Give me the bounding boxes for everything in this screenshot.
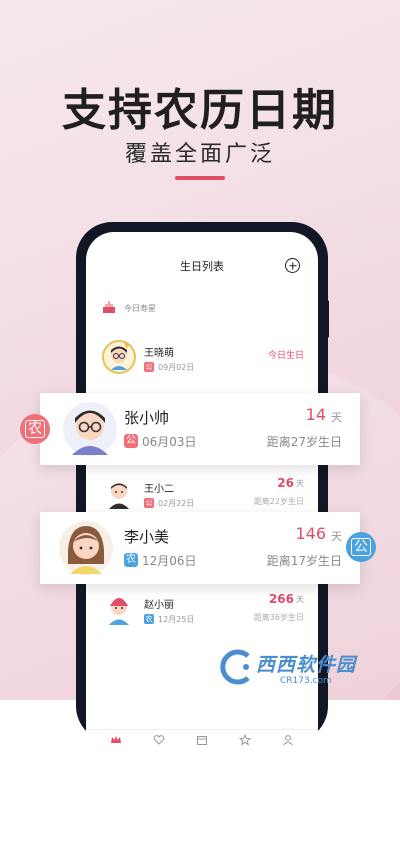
person-icon[interactable] (282, 734, 294, 746)
calendar-badge: 公 (144, 362, 154, 372)
birthday-date: 06月03日 (142, 435, 197, 449)
contact-name: 王晓萌 (144, 348, 174, 359)
avatar (109, 483, 129, 509)
avatar (102, 340, 136, 374)
next-age-text: 距离17岁生日 (266, 554, 342, 568)
next-age-text: 距离36岁生日 (253, 613, 304, 622)
contact-name: 张小帅 (124, 409, 170, 427)
cake-icon (103, 301, 115, 313)
list-item[interactable]: 赵小丽 农 12月25日 266 天 距离36岁生日 (86, 586, 318, 636)
accent-bar (175, 176, 225, 180)
bottom-nav (86, 729, 318, 752)
highlight-card[interactable]: 李小美 农 12月06日 146 天 距离17岁生日 (40, 512, 360, 584)
plus-circle-icon[interactable] (285, 258, 300, 273)
star-icon[interactable] (239, 734, 251, 746)
watermark-url: CR173.com (280, 676, 332, 686)
heart-icon[interactable] (153, 734, 165, 746)
birthday-date: 12月06日 (142, 554, 197, 568)
days-unit: 天 (331, 530, 342, 543)
days-unit: 天 (331, 411, 342, 424)
days-count: 266 (268, 592, 294, 606)
list-item[interactable]: 王晓萌 公 09月02日 今日生日 (86, 334, 318, 384)
phone-side-button (326, 300, 329, 338)
contact-name: 王小二 (144, 484, 174, 495)
avatar (109, 598, 129, 625)
days-count: 146 (295, 524, 326, 543)
days-unit: 天 (296, 595, 304, 604)
days-unit: 天 (296, 479, 304, 488)
contact-name: 赵小丽 (144, 600, 174, 611)
avatar (59, 521, 113, 575)
app-title: 生日列表 (180, 260, 224, 273)
chip-label: 农 (25, 420, 45, 438)
chip-label: 公 (351, 538, 371, 556)
today-section-label: 今日寿星 (124, 304, 156, 313)
lunar-chip[interactable]: 农 (20, 414, 50, 444)
headline: 支持农历日期 (62, 85, 338, 136)
watermark-title: 西西软件园 (256, 654, 357, 676)
highlight-card[interactable]: 张小帅 公 06月03日 14 天 距离27岁生日 (40, 393, 360, 465)
birthday-status: 今日生日 (267, 351, 304, 361)
birthday-date: 09月02日 (158, 363, 195, 372)
birthday-date: 12月25日 (158, 615, 195, 624)
days-count: 14 (305, 405, 326, 424)
calendar-badge: 农 (144, 614, 154, 624)
next-age-text: 距离22岁生日 (253, 497, 304, 506)
next-age-text: 距离27岁生日 (266, 435, 342, 449)
watermark-logo-icon (220, 649, 250, 685)
subheadline: 覆盖全面广泛 (124, 142, 275, 167)
crown-icon[interactable] (110, 734, 122, 746)
days-count: 26 (277, 476, 294, 490)
watermark: 西西软件园 CR173.com (218, 646, 388, 690)
birthday-date: 02月22日 (158, 499, 195, 508)
avatar (63, 402, 117, 456)
calendar-badge: 农 (124, 553, 138, 567)
calendar-badge: 公 (144, 498, 154, 508)
calendar-icon[interactable] (196, 734, 208, 746)
contact-name: 李小美 (124, 528, 170, 546)
solar-chip[interactable]: 公 (346, 532, 376, 562)
calendar-badge: 公 (124, 434, 138, 448)
